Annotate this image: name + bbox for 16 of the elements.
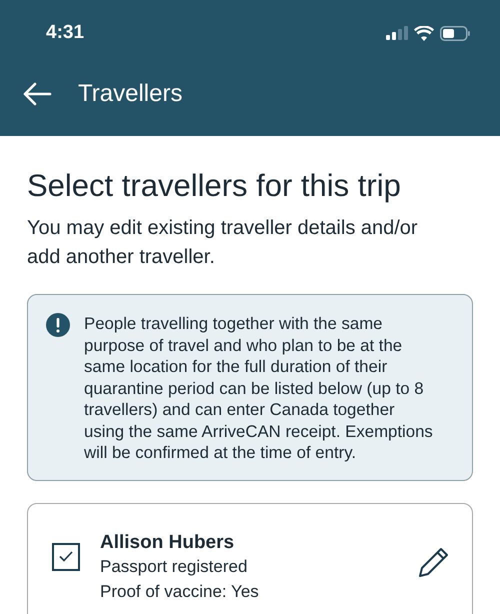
intro-text: You may edit existing traveller details and/or add another traveller. [27, 216, 419, 270]
notice-text: People travelling together with the same purpose of travel and who plan to be at the same location for the full duration of their quarantine period can be listed below (up to 8 travellers) and can enter Canada together using the same ArriveCAN receipt. Exemptions will be confirmed at the time of entry. [84, 313, 434, 464]
exclamation-icon [46, 313, 70, 337]
traveller-detail: Proof of vaccine: Yes [100, 580, 260, 602]
signal-icon [386, 26, 408, 40]
checkmark-icon [59, 551, 73, 562]
status-time: 4:31 [46, 22, 84, 44]
traveller-name: Allison Hubers [100, 532, 236, 554]
page-heading: Select travellers for this trip [27, 168, 402, 204]
wifi-icon [414, 26, 434, 40]
battery-icon [440, 26, 470, 40]
edit-pencil-icon[interactable] [418, 546, 450, 578]
back-button[interactable] [22, 82, 52, 106]
screen-title: Travellers [78, 80, 182, 108]
traveller-checkbox[interactable] [52, 542, 80, 570]
traveller-detail: Passport registered [100, 556, 248, 578]
